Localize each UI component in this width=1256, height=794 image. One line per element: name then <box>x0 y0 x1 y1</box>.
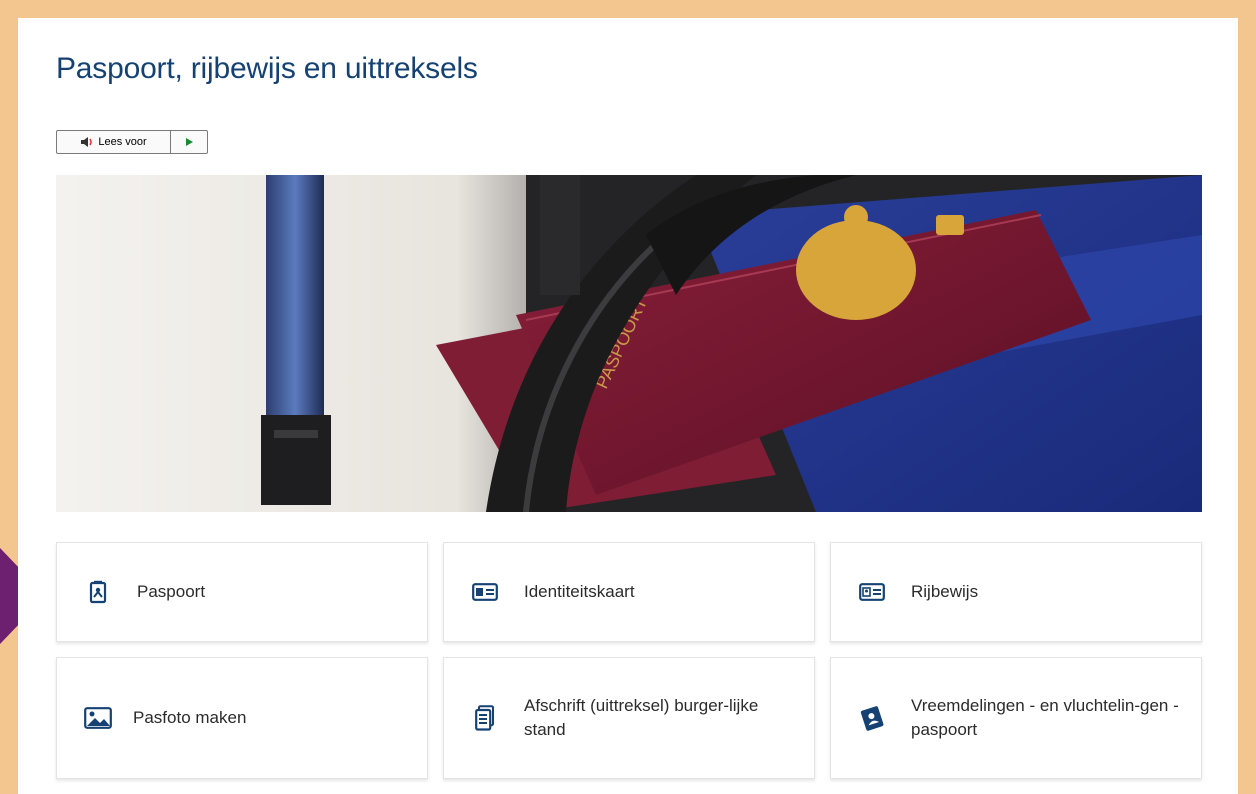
hero-image: PASPOORT <box>56 175 1202 512</box>
photo-icon <box>83 703 113 733</box>
speaker-icon <box>81 137 93 147</box>
tile-afschrift-burgerlijke-stand[interactable]: Afschrift (uittreksel) burger-lijke stan… <box>443 657 815 779</box>
id-card-icon <box>470 577 500 607</box>
tile-identiteitskaart[interactable]: Identiteitskaart <box>443 542 815 642</box>
page-title: Paspoort, rijbewijs en uittreksels <box>56 52 478 85</box>
play-icon <box>186 138 193 146</box>
read-aloud-button[interactable]: Lees voor <box>57 131 170 153</box>
tile-paspoort[interactable]: Paspoort <box>56 542 428 642</box>
tile-label: Pasfoto maken <box>133 708 247 727</box>
tile-rijbewijs[interactable]: Rijbewijs <box>830 542 1202 642</box>
tile-label: Identiteitskaart <box>524 582 635 601</box>
tile-label: Vreemdelingen - en vluchtelin-gen -paspo… <box>911 696 1179 739</box>
tile-label: Paspoort <box>137 582 206 601</box>
read-aloud-label: Lees voor <box>98 136 147 148</box>
tile-vreemdelingenpaspoort[interactable]: Vreemdelingen - en vluchtelin-gen -paspo… <box>830 657 1202 779</box>
tile-label: Rijbewijs <box>911 582 979 601</box>
passport-icon <box>83 577 113 607</box>
document-icon <box>470 703 500 733</box>
driving-license-icon <box>857 577 887 607</box>
tile-label: Afschrift (uittreksel) burger-lijke stan… <box>524 696 759 739</box>
refugee-passport-icon <box>857 703 887 733</box>
content-panel: Paspoort, rijbewijs en uittreksels Lees … <box>18 18 1238 794</box>
tile-pasfoto-maken[interactable]: Pasfoto maken <box>56 657 428 779</box>
readspeaker-bar: Lees voor <box>56 130 208 154</box>
play-button[interactable] <box>170 131 207 153</box>
